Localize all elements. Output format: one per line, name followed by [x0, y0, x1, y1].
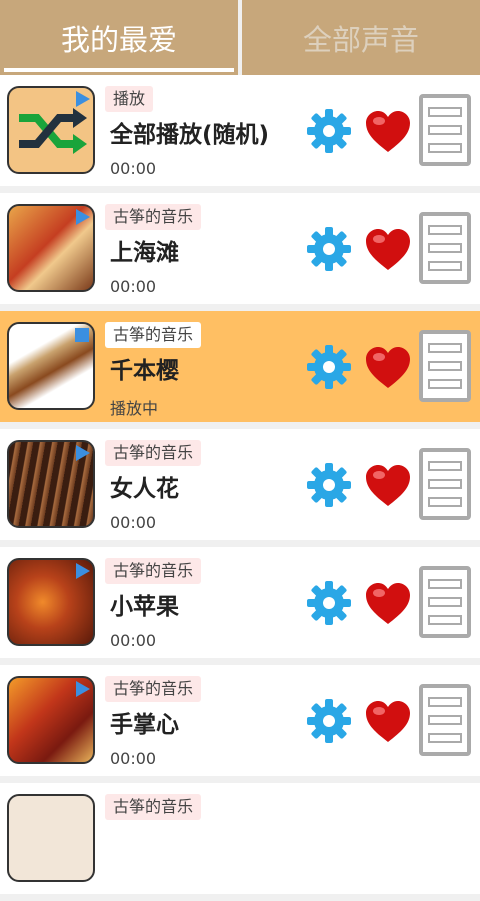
gear-icon[interactable]: [306, 108, 352, 154]
guzheng-thumbnail[interactable]: [7, 440, 95, 528]
item-time: 00:00: [110, 159, 157, 178]
play-indicator-icon: [76, 209, 90, 225]
tab-favorites[interactable]: 我的最爱: [0, 0, 238, 75]
sound-list: 播放 全部播放(随机) 00:00 古筝的音乐 上海滩 00:00 古筝的音乐 …: [0, 75, 480, 901]
detail-list-icon[interactable]: [419, 330, 471, 402]
list-item[interactable]: 古筝的音乐 手掌心 00:00: [0, 665, 480, 776]
shuffle-icon[interactable]: [7, 86, 95, 174]
detail-list-icon[interactable]: [419, 448, 471, 520]
item-title: 女人花: [110, 476, 179, 502]
item-status: 播放中: [110, 399, 159, 418]
detail-list-icon[interactable]: [419, 94, 471, 166]
list-item[interactable]: 古筝的音乐 小苹果 00:00: [0, 547, 480, 658]
item-time: 00:00: [110, 277, 157, 296]
list-item[interactable]: 古筝的音乐 上海滩 00:00: [0, 193, 480, 304]
tab-favorites-label: 我的最爱: [60, 22, 177, 57]
item-title: 手掌心: [110, 712, 179, 738]
detail-list-icon[interactable]: [419, 212, 471, 284]
tab-selected-indicator: [4, 68, 234, 72]
item-title: 全部播放(随机): [110, 122, 270, 148]
heart-icon[interactable]: [363, 226, 413, 274]
list-item[interactable]: 古筝的音乐 千本樱 播放中: [0, 311, 480, 422]
category-badge: 古筝的音乐: [105, 676, 202, 702]
list-item[interactable]: 播放 全部播放(随机) 00:00: [0, 75, 480, 186]
gear-icon[interactable]: [306, 698, 352, 744]
list-item[interactable]: 古筝的音乐 女人花 00:00: [0, 429, 480, 540]
item-title: 上海滩: [110, 240, 179, 266]
item-time: 00:00: [110, 631, 157, 650]
category-badge: 古筝的音乐: [105, 322, 202, 348]
guzheng-thumbnail[interactable]: [7, 558, 95, 646]
category-badge: 播放: [105, 86, 154, 112]
heart-icon[interactable]: [363, 580, 413, 628]
gear-icon[interactable]: [306, 580, 352, 626]
guzheng-thumbnail[interactable]: [7, 794, 95, 882]
detail-list-icon[interactable]: [419, 684, 471, 756]
guzheng-thumbnail[interactable]: [7, 322, 95, 410]
heart-icon[interactable]: [363, 698, 413, 746]
play-indicator-icon: [76, 445, 90, 461]
tab-bar: 我的最爱 全部声音: [0, 0, 480, 75]
gear-icon[interactable]: [306, 344, 352, 390]
item-time: 00:00: [110, 513, 157, 532]
category-badge: 古筝的音乐: [105, 204, 202, 230]
gear-icon[interactable]: [306, 462, 352, 508]
tab-all-sounds-label: 全部声音: [302, 22, 419, 57]
guzheng-thumbnail[interactable]: [7, 204, 95, 292]
play-indicator-icon: [76, 563, 90, 579]
category-badge: 古筝的音乐: [105, 794, 202, 820]
item-title: 小苹果: [110, 594, 179, 620]
play-indicator-icon: [75, 328, 89, 342]
play-indicator-icon: [76, 91, 90, 107]
guzheng-thumbnail[interactable]: [7, 676, 95, 764]
category-badge: 古筝的音乐: [105, 440, 202, 466]
heart-icon[interactable]: [363, 462, 413, 510]
tab-all-sounds[interactable]: 全部声音: [242, 0, 480, 75]
play-indicator-icon: [76, 681, 90, 697]
item-title: 千本樱: [110, 358, 179, 384]
item-time: 00:00: [110, 749, 157, 768]
gear-icon[interactable]: [306, 226, 352, 272]
heart-icon[interactable]: [363, 344, 413, 392]
detail-list-icon[interactable]: [419, 566, 471, 638]
category-badge: 古筝的音乐: [105, 558, 202, 584]
heart-icon[interactable]: [363, 108, 413, 156]
